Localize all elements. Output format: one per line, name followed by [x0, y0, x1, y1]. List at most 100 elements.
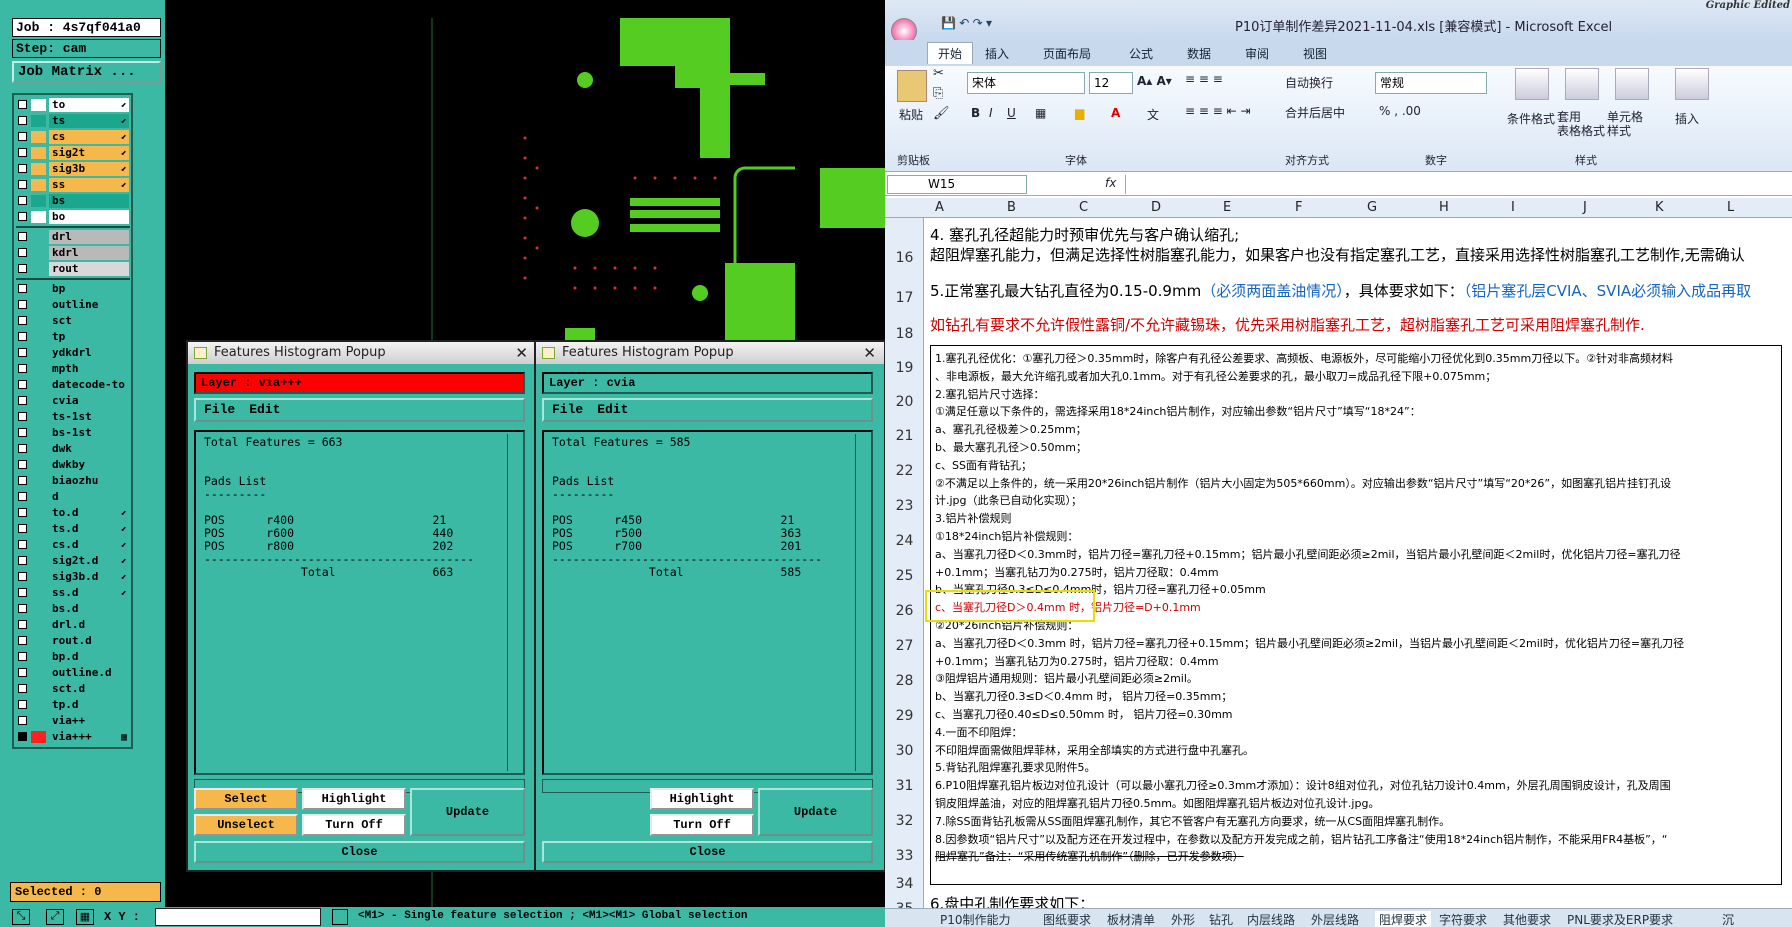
font-size-select[interactable]: 12: [1089, 72, 1133, 94]
layer-name[interactable]: tp: [49, 330, 129, 344]
layer-name[interactable]: bp: [49, 282, 129, 296]
layer-row[interactable]: to.d ⬋: [14, 505, 131, 520]
layer-row[interactable]: bp.d: [14, 649, 131, 664]
layer-color-swatch[interactable]: [31, 603, 46, 615]
layer-name[interactable]: dwk: [49, 442, 129, 456]
layer-color-swatch[interactable]: [31, 379, 46, 391]
layer-color-swatch[interactable]: [31, 115, 46, 127]
layer-row[interactable]: sct: [14, 313, 131, 328]
layer-row[interactable]: dwk: [14, 441, 131, 456]
layer-checkbox[interactable]: [18, 164, 27, 173]
row-header[interactable]: 34: [885, 876, 924, 892]
cell-style-icon[interactable]: [1615, 68, 1649, 100]
layer-checkbox[interactable]: [18, 284, 27, 293]
layer-checkbox[interactable]: [18, 588, 27, 597]
layer-name[interactable]: ss ⬋: [49, 178, 129, 192]
column-header[interactable]: C: [1079, 200, 1088, 215]
font-name-select[interactable]: 宋体: [967, 72, 1085, 94]
layer-name[interactable]: outline: [49, 298, 129, 312]
row-header[interactable]: 27: [885, 638, 924, 654]
layer-row[interactable]: ydkdrl: [14, 345, 131, 360]
turn-off-button[interactable]: Turn Off: [650, 814, 754, 836]
layer-checkbox[interactable]: [18, 212, 27, 221]
layer-name[interactable]: bp.d: [49, 650, 129, 664]
menu-file[interactable]: File: [204, 402, 235, 417]
layer-name[interactable]: bo: [49, 210, 129, 224]
row-header[interactable]: 25: [885, 568, 924, 584]
close-button[interactable]: Close: [542, 841, 873, 863]
sheet-tab[interactable]: 阻焊要求: [1375, 911, 1432, 927]
layer-row[interactable]: ts ⬋: [14, 113, 131, 128]
layer-row[interactable]: to ⬋: [14, 97, 131, 112]
row-header[interactable]: 16: [885, 250, 924, 266]
layer-color-swatch[interactable]: [31, 683, 46, 695]
row-header[interactable]: 28: [885, 673, 924, 689]
layer-color-swatch[interactable]: [31, 231, 46, 243]
ribbon-tab[interactable]: 开始: [927, 42, 974, 64]
layer-name[interactable]: ts ⬋: [49, 114, 129, 128]
pause-icon[interactable]: [332, 909, 348, 925]
layer-row[interactable]: cs ⬋: [14, 129, 131, 144]
layer-color-swatch[interactable]: [31, 263, 46, 275]
layer-checkbox[interactable]: [18, 148, 27, 157]
layer-row[interactable]: via+++ ▦: [14, 729, 131, 744]
quick-access-icons[interactable]: 💾 ↶ ↷ ▾: [941, 16, 992, 30]
layer-name[interactable]: bs: [49, 194, 129, 208]
popup-title-bar[interactable]: Features Histogram Popup ✕: [188, 342, 536, 364]
layer-color-swatch[interactable]: [31, 587, 46, 599]
layer-name[interactable]: tp.d: [49, 698, 129, 712]
layer-color-swatch[interactable]: [31, 195, 46, 207]
column-header[interactable]: K: [1655, 200, 1664, 215]
layer-name[interactable]: to.d ⬋: [49, 506, 129, 520]
layer-name[interactable]: sig3b ⬋: [49, 162, 129, 176]
sheet-tab[interactable]: 图纸要求: [1043, 911, 1091, 927]
layer-row[interactable]: cvia: [14, 393, 131, 408]
copy-icon[interactable]: ⎘: [933, 86, 943, 101]
layer-name[interactable]: sig2t ⬋: [49, 146, 129, 160]
zoom-tool-icon[interactable]: ⤢: [46, 909, 64, 925]
layer-row[interactable]: sig3b.d ⬋: [14, 569, 131, 584]
fill-color-icon[interactable]: ▆: [1075, 106, 1084, 120]
layer-color-swatch[interactable]: [31, 475, 46, 487]
menu-edit[interactable]: Edit: [597, 402, 628, 417]
align-left-icon[interactable]: ≡ ≡ ≡ ⇤ ⇥: [1185, 104, 1251, 118]
histogram-text-area[interactable]: Total Features = 663 Pads List ---------…: [194, 430, 525, 775]
sheet-tab[interactable]: 沉: [1722, 911, 1734, 927]
layer-name[interactable]: datecode-to: [49, 378, 129, 392]
layer-name[interactable]: via+++ ▦: [49, 730, 129, 744]
row-header[interactable]: 29: [885, 708, 924, 724]
layer-name[interactable]: drl: [49, 230, 129, 244]
vertical-scrollbar[interactable]: [507, 434, 521, 771]
layer-color-swatch[interactable]: [31, 731, 46, 743]
popup-title-bar[interactable]: Features Histogram Popup ✕: [536, 342, 884, 364]
sheet-tab[interactable]: 外形: [1171, 911, 1195, 927]
layer-checkbox[interactable]: [18, 300, 27, 309]
layer-row[interactable]: ts.d ⬋: [14, 521, 131, 536]
row-header[interactable]: 19: [885, 360, 924, 376]
cut-icon[interactable]: ✂: [933, 66, 944, 81]
layer-checkbox[interactable]: [18, 196, 27, 205]
layer-checkbox[interactable]: [18, 524, 27, 533]
layer-color-swatch[interactable]: [31, 651, 46, 663]
layer-row[interactable]: bo: [14, 209, 131, 224]
grow-font-icon[interactable]: A▴ A▾: [1137, 74, 1172, 88]
layer-color-swatch[interactable]: [31, 283, 46, 295]
layer-color-swatch[interactable]: [31, 395, 46, 407]
layer-checkbox[interactable]: [18, 232, 27, 241]
layer-name[interactable]: outline.d: [49, 666, 129, 680]
layer-color-swatch[interactable]: [31, 315, 46, 327]
percent-icon[interactable]: % , .00: [1379, 104, 1421, 118]
layer-checkbox[interactable]: [18, 556, 27, 565]
column-header[interactable]: B: [1007, 200, 1016, 215]
grid-tool-icon[interactable]: ▦: [76, 909, 94, 925]
conditional-format-button[interactable]: 条件格式: [1507, 110, 1555, 127]
update-button[interactable]: Update: [410, 788, 525, 836]
sheet-tab[interactable]: 板材清单: [1107, 911, 1155, 927]
number-format-select[interactable]: 常规: [1375, 72, 1487, 94]
layer-color-swatch[interactable]: [31, 247, 46, 259]
layer-color-swatch[interactable]: [31, 179, 46, 191]
layer-row[interactable]: sig2t ⬋: [14, 145, 131, 160]
layer-checkbox[interactable]: [18, 460, 27, 469]
layer-name[interactable]: cs.d ⬋: [49, 538, 129, 552]
layer-name[interactable]: cvia: [49, 394, 129, 408]
